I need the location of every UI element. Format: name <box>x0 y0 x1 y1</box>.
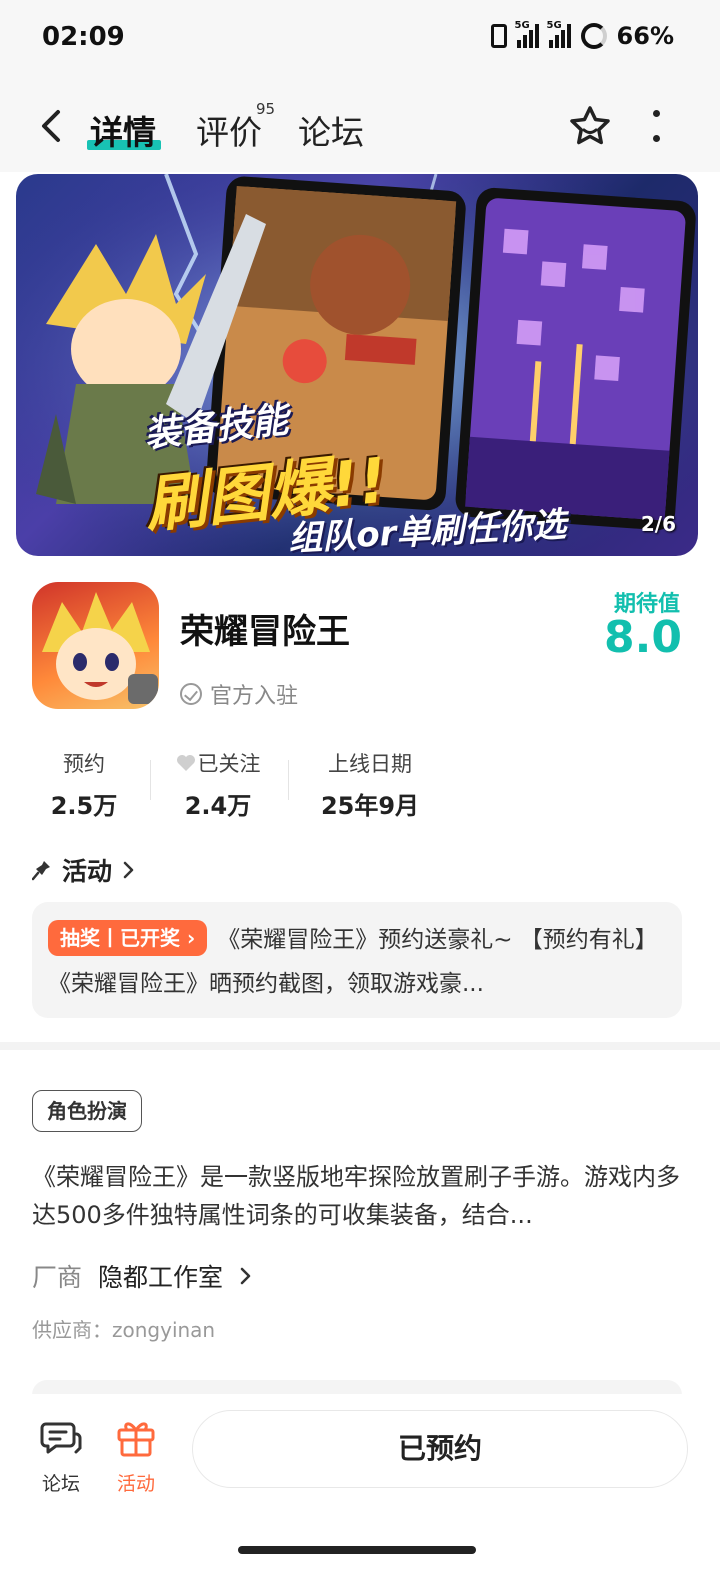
reserved-button[interactable]: 已预约 <box>192 1410 688 1488</box>
bottom-activity-label: 活动 <box>116 1473 155 1495</box>
screenshot-banner[interactable]: 装备技能 刷图爆!! 组队or单刷任你选 2/6 <box>16 174 698 556</box>
tab-reviews[interactable]: 评价 <box>196 106 262 154</box>
lottery-badge[interactable]: 抽奖丨已开奖 › <box>48 920 208 956</box>
stat-reservations: 预约 2.5万 <box>48 748 120 821</box>
back-arrow-icon[interactable] <box>38 108 66 144</box>
tab-details[interactable]: 详情 <box>90 106 156 154</box>
expectation-score: 8.0 <box>604 612 682 663</box>
chevron-right-icon <box>123 861 134 879</box>
supplier-info: 供应商：zongyinan <box>32 1318 216 1342</box>
stat-divider <box>150 760 151 800</box>
battery-ring-icon <box>580 23 607 49</box>
bottom-forum-button[interactable]: 论坛 <box>31 1416 91 1496</box>
home-indicator[interactable] <box>238 1546 476 1554</box>
official-label: 官方入驻 <box>210 684 299 709</box>
activity-card[interactable]: 抽奖丨已开奖 › 《荣耀冒险王》预约送豪礼~ 【预约有礼】《荣耀冒险王》晒预约截图… <box>32 902 682 1018</box>
chevron-right-icon <box>240 1267 251 1285</box>
battery-level: 66% <box>616 22 674 50</box>
stat-divider <box>288 760 289 800</box>
game-description[interactable]: 《荣耀冒险王》是一款竖版地牢探险放置刷子手游。游戏内多达500多件独特属性词条的… <box>32 1158 688 1234</box>
official-verified: 官方入驻 <box>180 678 298 710</box>
status-icons: 5G 5G 66% <box>490 20 674 50</box>
signal-icon: 5G <box>547 20 571 48</box>
signal-tag: 5G <box>546 20 562 31</box>
section-separator <box>0 1042 720 1050</box>
more-options-icon[interactable] <box>646 110 666 142</box>
activity-title: 活动 <box>62 857 113 886</box>
forum-chat-icon <box>40 1422 82 1454</box>
bottom-action-bar: 论坛 活动 已预约 <box>0 1394 720 1584</box>
stat-launch-date: 上线日期 25年9月 <box>312 748 428 821</box>
bottom-forum-label: 论坛 <box>41 1473 80 1495</box>
developer-name: 隐都工作室 <box>98 1263 224 1292</box>
favorite-star-icon[interactable] <box>568 104 612 148</box>
lottery-badge-label: 抽奖丨已开奖 <box>60 926 180 950</box>
banner-page-counter: 2/6 <box>640 512 676 536</box>
heart-icon <box>176 755 195 771</box>
stat-label-row: 已关注 <box>170 748 266 778</box>
developer-label: 厂商 <box>32 1263 83 1292</box>
vibrate-icon <box>490 24 507 48</box>
tab-forum[interactable]: 论坛 <box>298 106 364 154</box>
status-bar: 02:09 5G 5G 66% <box>0 0 720 80</box>
verified-check-icon <box>180 683 202 705</box>
stat-value: 25年9月 <box>320 792 420 820</box>
status-time: 02:09 <box>42 22 125 52</box>
stat-label: 预约 <box>63 752 105 776</box>
signal-tag: 5G <box>514 20 530 31</box>
stat-followers[interactable]: 已关注 2.4万 <box>170 748 266 821</box>
stat-value: 2.4万 <box>184 792 252 820</box>
app-name: 荣耀冒险王 <box>180 612 350 652</box>
pin-icon <box>32 861 50 881</box>
app-icon <box>32 582 159 709</box>
bottom-activity-button[interactable]: 活动 <box>106 1416 166 1496</box>
signal-icon: 5G <box>515 20 539 48</box>
gift-icon <box>117 1422 155 1457</box>
top-nav: 详情 评价 95 论坛 <box>0 80 720 172</box>
activity-section-header[interactable]: 活动 <box>32 852 136 888</box>
developer-row[interactable]: 厂商 隐都工作室 <box>32 1258 253 1294</box>
stat-value: 2.5万 <box>50 792 118 820</box>
genre-tag[interactable]: 角色扮演 <box>32 1090 142 1132</box>
stat-label: 上线日期 <box>328 752 412 776</box>
review-count-badge: 95 <box>256 100 276 118</box>
stat-label: 已关注 <box>197 752 261 776</box>
